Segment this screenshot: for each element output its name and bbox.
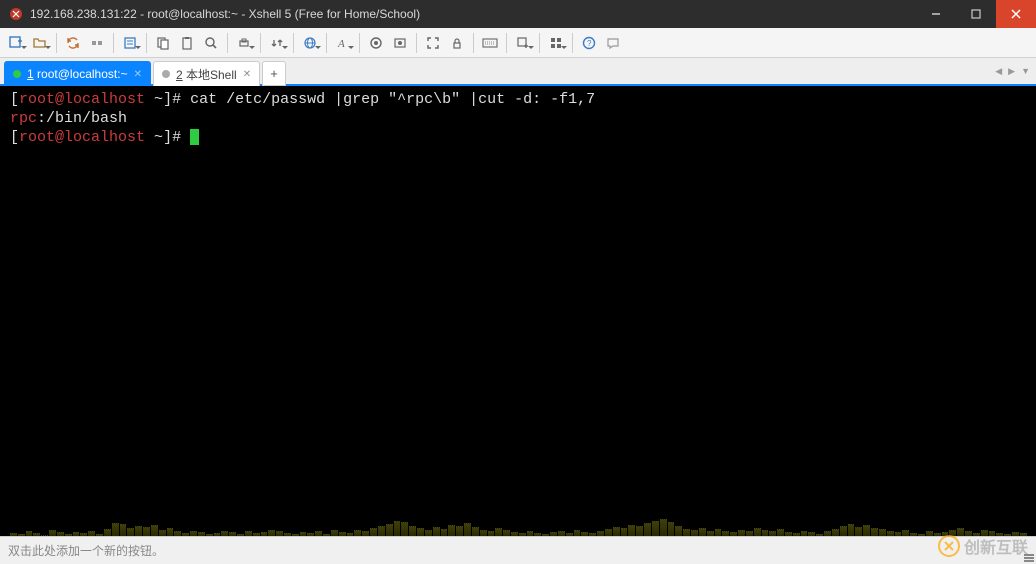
new-tab-button[interactable]: + xyxy=(262,61,286,86)
reconnect-icon[interactable] xyxy=(61,31,85,55)
new-window-button[interactable] xyxy=(511,31,535,55)
minimize-button[interactable] xyxy=(916,0,956,28)
layout-button[interactable] xyxy=(544,31,568,55)
prompt-user: root@localhost xyxy=(19,129,145,146)
status-dot-icon xyxy=(13,70,21,78)
window-title: 192.168.238.131:22 - root@localhost:~ - … xyxy=(30,7,916,21)
close-button[interactable] xyxy=(996,0,1036,28)
svg-text:A: A xyxy=(337,38,345,50)
help-icon[interactable]: ? xyxy=(577,31,601,55)
tab-list-dropdown-icon[interactable]: ▼ xyxy=(1019,64,1032,78)
comment-icon[interactable] xyxy=(601,31,625,55)
watermark: 创新互联 xyxy=(938,534,1028,558)
audio-visualizer xyxy=(0,476,1036,536)
copy-button[interactable] xyxy=(151,31,175,55)
keyboard-icon[interactable] xyxy=(478,31,502,55)
tab-close-icon[interactable]: ✕ xyxy=(243,69,251,80)
tab-scroll-right-icon[interactable]: ▶ xyxy=(1006,64,1017,79)
tab-scroll-left-icon[interactable]: ◀ xyxy=(993,64,1004,79)
fullscreen-button[interactable] xyxy=(421,31,445,55)
tab-session-1[interactable]: 1 root@localhost:~ ✕ xyxy=(4,61,151,86)
grep-match: rpc xyxy=(10,110,37,127)
lock-icon[interactable] xyxy=(445,31,469,55)
tab-scroll-controls[interactable]: ◀ ▶ ▼ xyxy=(993,58,1032,84)
resize-grip-icon[interactable] xyxy=(1022,550,1034,562)
font-button[interactable]: A xyxy=(331,31,355,55)
tab-label: 2 本地Shell xyxy=(176,66,237,83)
maximize-button[interactable] xyxy=(956,0,996,28)
prompt-user: root@localhost xyxy=(19,91,145,108)
tab-label: 1 root@localhost:~ xyxy=(27,67,128,81)
command-text: cat /etc/passwd |grep "^rpc\b" |cut -d: … xyxy=(190,91,595,108)
tab-session-2[interactable]: 2 本地Shell ✕ xyxy=(153,61,260,86)
highlight-button[interactable] xyxy=(388,31,412,55)
disconnect-icon[interactable] xyxy=(85,31,109,55)
status-dot-icon xyxy=(162,70,170,78)
tab-close-icon[interactable]: ✕ xyxy=(134,69,142,80)
print-button[interactable] xyxy=(232,31,256,55)
toolbar: A ? xyxy=(0,28,1036,58)
tab-strip: 1 root@localhost:~ ✕ 2 本地Shell ✕ + ◀ ▶ ▼ xyxy=(0,58,1036,86)
paste-button[interactable] xyxy=(175,31,199,55)
new-session-button[interactable] xyxy=(4,31,28,55)
window-titlebar: 192.168.238.131:22 - root@localhost:~ - … xyxy=(0,0,1036,28)
app-icon xyxy=(8,6,24,22)
terminal[interactable]: [root@localhost ~]# cat /etc/passwd |gre… xyxy=(0,86,1036,536)
status-bar: 双击此处添加一个新的按钮。 创新互联 xyxy=(0,536,1036,564)
open-button[interactable] xyxy=(28,31,52,55)
transfer-button[interactable] xyxy=(265,31,289,55)
svg-text:?: ? xyxy=(587,39,592,48)
status-text: 双击此处添加一个新的按钮。 xyxy=(8,542,164,559)
watermark-logo-icon xyxy=(938,535,960,557)
cursor xyxy=(190,129,199,145)
properties-button[interactable] xyxy=(118,31,142,55)
find-button[interactable] xyxy=(199,31,223,55)
color-button[interactable] xyxy=(364,31,388,55)
globe-button[interactable] xyxy=(298,31,322,55)
